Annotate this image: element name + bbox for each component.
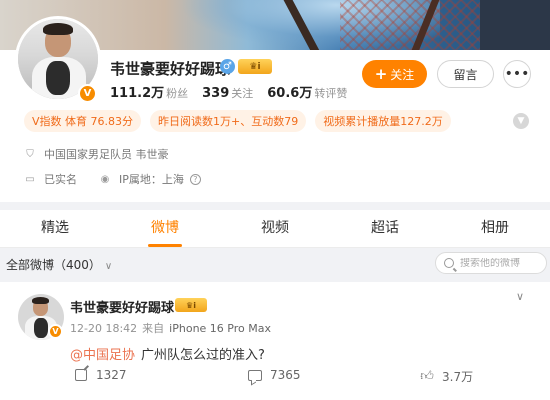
tag-daily-reads[interactable]: 昨日阅读数1万+、互动数79 [150,110,307,132]
message-button[interactable]: 留言 [437,60,494,88]
stat-interactions-label: 转评赞 [314,87,348,100]
stat-followers[interactable]: 111.2万 粉丝 [110,82,188,101]
banner-net [340,0,480,50]
post-author-name[interactable]: 韦世豪要好好踢球 [70,297,174,316]
post-verified-badge-icon: V [48,324,63,339]
stat-following-label: 关注 [231,87,254,100]
search-icon [444,258,454,268]
vip-crown-icon[interactable]: ♛i [238,59,272,74]
ip-location-icon: ◉ [100,173,110,185]
info-ip-text: IP属地：上海 [119,173,184,186]
info-realname-text: 已实名 [44,173,77,186]
comment-count: 7365 [270,368,301,382]
shield-icon: ⛉ [26,148,34,160]
profile-card: V 韦世豪要好好踢球 ♂ ♛i 111.2万 粉丝 339 关注 60.6万 转评赞 … [0,16,550,202]
tab-albums[interactable]: 相册 [440,210,550,247]
tab-super-topic[interactable]: 超话 [330,210,440,247]
search-input[interactable] [460,257,540,269]
stat-interactions: 60.6万 转评赞 [267,82,347,101]
tab-weibo[interactable]: 微博 [110,210,220,247]
filter-label-text: 全部微博（400） [6,258,101,272]
stat-followers-label: 粉丝 [166,87,189,100]
thumbs-up-icon: 👍︎ [420,369,434,384]
tag-video-plays[interactable]: 视频累计播放量127.2万 [315,110,451,132]
filter-bar: 全部微博（400） ∨ [0,248,550,278]
post-content: @中国足协 广州队怎么过的准入? [70,344,265,363]
post-menu-chevron-icon[interactable]: ∨ [516,290,524,303]
weibo-post-card: V 韦世豪要好好踢球 ♛i 12-20 18:42 来自 iPhone 16 Pro… [0,282,550,400]
post-mention-link[interactable]: @中国足协 [70,348,135,363]
stat-interactions-count: 60.6万 [267,86,313,101]
follow-button[interactable]: + 关注 [362,60,427,88]
stat-following[interactable]: 339 关注 [202,85,253,101]
comment-icon [248,369,262,381]
search-box[interactable] [435,252,547,274]
repost-count: 1327 [96,368,127,382]
like-count: 3.7万 [442,370,474,384]
info-bio-text: 中国国家男足队员 韦世豪 [44,148,169,161]
expand-chevron-icon[interactable]: ▼ [513,113,529,129]
post-source-prefix: 来自 [142,322,165,335]
tag-v-index[interactable]: V指数 体育 76.83分 [24,110,142,132]
tab-featured[interactable]: 精选 [0,210,110,247]
follow-button-label: 关注 [390,67,415,82]
post-vip-crown-icon[interactable]: ♛i [175,298,207,312]
help-icon[interactable]: ? [189,173,201,185]
all-weibo-filter-dropdown[interactable]: 全部微博（400） ∨ [6,256,112,273]
stat-followers-count: 111.2万 [110,86,165,101]
info-row-identity: ▭ 已实名 ◉ IP属地：上海 ? [24,171,201,187]
repost-button[interactable]: 1327 [74,368,127,382]
more-options-button[interactable]: ••• [503,60,531,88]
profile-stats: 111.2万 粉丝 339 关注 60.6万 转评赞 [110,82,361,101]
repost-icon [75,369,87,381]
post-meta: 12-20 18:42 来自 iPhone 16 Pro Max [70,320,276,336]
comment-button[interactable]: 7365 [248,368,301,382]
banner-dark-corner [480,0,550,50]
profile-tabs: 精选 微博 视频 超话 相册 [0,210,550,248]
tab-videos[interactable]: 视频 [220,210,330,247]
info-row-bio: ⛉ 中国国家男足队员 韦世豪 [24,146,169,162]
male-gender-icon: ♂ [220,59,235,74]
verified-badge-icon: V [78,84,97,103]
post-body-text: 广州队怎么过的准入? [141,348,265,363]
post-device: iPhone 16 Pro Max [169,322,271,335]
like-button[interactable]: 👍︎ 3.7万 [420,368,473,385]
plus-icon: + [374,65,388,83]
profile-tags: V指数 体育 76.83分 昨日阅读数1万+、互动数79 视频累计播放量127.… [24,110,460,132]
stat-following-count: 339 [202,86,230,101]
post-time[interactable]: 12-20 18:42 [70,322,137,335]
chevron-down-icon: ∨ [104,261,113,272]
id-card-icon: ▭ [25,173,35,185]
profile-name: 韦世豪要好好踢球 [110,60,231,78]
